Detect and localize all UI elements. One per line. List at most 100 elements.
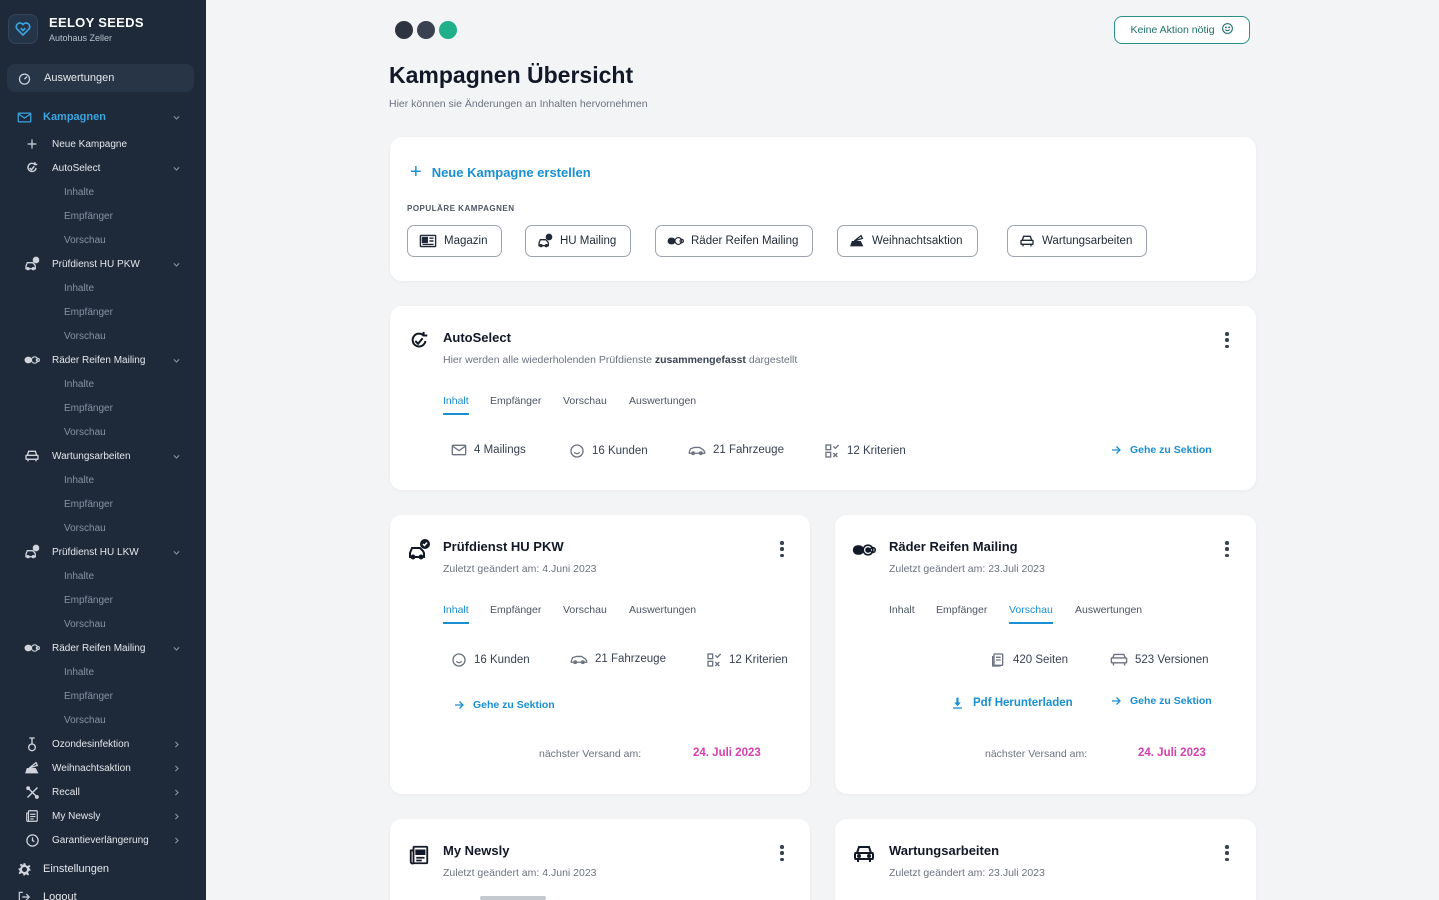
criteria-icon [706, 652, 722, 668]
nav-group-label: Räder Reifen Mailing [52, 354, 146, 366]
nav-kampagnen[interactable]: Kampagnen [0, 106, 206, 128]
nav-sub-inhalte[interactable]: Inhalte [0, 373, 206, 395]
stat-kunden: 16 Kunden [569, 443, 648, 459]
brand[interactable]: EELOY SEEDS Autohaus Zeller [8, 14, 144, 44]
nav-sub-empfaenger[interactable]: Empfänger [0, 685, 206, 707]
smiley-icon [451, 652, 467, 668]
stat-kriterien: 12 Kriterien [824, 443, 906, 459]
nav-sub-inhalte[interactable]: Inhalte [0, 469, 206, 491]
heart-logo-icon [8, 14, 38, 44]
sidebar: EELOY SEEDS Autohaus Zeller Auswertungen… [0, 0, 206, 900]
tab-inhalt[interactable]: Inhalt [889, 604, 915, 622]
goto-section-link[interactable]: Gehe zu Sektion [1110, 695, 1212, 707]
card-changed: Zuletzt geändert am: 23.Juli 2023 [889, 563, 1045, 575]
nav-logout[interactable]: Logout [0, 886, 206, 900]
nav-group[interactable]: Räder Reifen Mailing [0, 637, 206, 659]
nav-sub-empfaenger[interactable]: Empfänger [0, 589, 206, 611]
nav-sub-inhalte[interactable]: Inhalte [0, 661, 206, 683]
nav-group[interactable]: Wartungsarbeiten [0, 445, 206, 467]
tab-vorschau[interactable]: Vorschau [1009, 604, 1053, 624]
stat-seiten: 420 Seiten [990, 652, 1068, 668]
more-menu-icon[interactable] [1224, 541, 1230, 557]
nav-sub-vorschau-label: Vorschau [64, 522, 106, 534]
nav-neue-kampagne[interactable]: Neue Kampagne [0, 133, 206, 155]
chevron-down-icon[interactable] [171, 112, 181, 122]
tab-empfaenger[interactable]: Empfänger [490, 395, 541, 413]
nav-item[interactable]: Garantieverlängerung [0, 829, 206, 851]
tab-inhalt[interactable]: Inhalt [443, 604, 469, 624]
popular-chip[interactable]: Räder Reifen Mailing [655, 225, 814, 257]
chevron-down-icon[interactable] [171, 163, 181, 173]
goto-section-link[interactable]: Gehe zu Sektion [453, 699, 555, 711]
nav-sub-vorschau[interactable]: Vorschau [0, 517, 206, 539]
chevron-right-icon[interactable] [171, 811, 181, 821]
status-button[interactable]: Keine Aktion nötig [1114, 16, 1250, 44]
chevron-right-icon[interactable] [171, 739, 181, 749]
nav-sub-inhalte-label: Inhalte [64, 282, 95, 294]
nav-sub-inhalte[interactable]: Inhalte [0, 565, 206, 587]
chevron-right-icon[interactable] [171, 835, 181, 845]
tab-auswertungen[interactable]: Auswertungen [629, 604, 696, 622]
popular-chip[interactable]: Magazin [407, 225, 503, 257]
tab-auswertungen[interactable]: Auswertungen [629, 395, 696, 413]
nav-sub-vorschau[interactable]: Vorschau [0, 709, 206, 731]
car-side-icon [688, 443, 706, 457]
nav-sub-inhalte-label: Inhalte [64, 186, 95, 198]
more-menu-icon[interactable] [1224, 332, 1230, 348]
popular-chip[interactable]: HU Mailing [525, 225, 632, 257]
pdf-download-button[interactable]: Pdf Herunterladen [951, 696, 1073, 710]
nav-sub-vorschau[interactable]: Vorschau [0, 325, 206, 347]
nav-group[interactable]: Prüfdienst HU PKW [0, 253, 206, 275]
tab-empfaenger[interactable]: Empfänger [936, 604, 987, 622]
nav-sub-empfaenger[interactable]: Empfänger [0, 493, 206, 515]
popular-campaigns-label: POPULÄRE KAMPAGNEN [407, 204, 515, 213]
popular-chip[interactable]: Weihnachtsaktion [837, 225, 978, 257]
car-front-icon [24, 448, 40, 464]
chevron-down-icon[interactable] [171, 643, 181, 653]
tab-empfaenger[interactable]: Empfänger [490, 604, 541, 622]
nav-sub-inhalte[interactable]: Inhalte [0, 181, 206, 203]
tab-inhalt[interactable]: Inhalt [443, 395, 469, 415]
nav-sub-vorschau[interactable]: Vorschau [0, 421, 206, 443]
nav-item[interactable]: Recall [0, 781, 206, 803]
car-check-icon [537, 233, 553, 249]
nav-sub-empfaenger[interactable]: Empfänger [0, 301, 206, 323]
nav-sub-empfaenger[interactable]: Empfänger [0, 397, 206, 419]
more-menu-icon[interactable] [1224, 845, 1230, 861]
new-campaign-button[interactable]: + Neue Kampagne erstellen [410, 162, 591, 182]
nav-group[interactable]: AutoSelect [0, 157, 206, 179]
tab-vorschau[interactable]: Vorschau [563, 395, 607, 413]
nav-sub-vorschau-label: Vorschau [64, 234, 106, 246]
chevron-down-icon[interactable] [171, 451, 181, 461]
tab-auswertungen[interactable]: Auswertungen [1075, 604, 1142, 622]
window-dots [395, 21, 457, 39]
chevron-down-icon[interactable] [171, 547, 181, 557]
more-menu-icon[interactable] [779, 845, 785, 861]
nav-item[interactable]: Ozondesinfektion [0, 733, 206, 755]
nav-einstellungen[interactable]: Einstellungen [0, 858, 206, 880]
nav-sub-empfaenger[interactable]: Empfänger [0, 205, 206, 227]
nav-sub-vorschau-label: Vorschau [64, 426, 106, 438]
chip-label: Wartungsarbeiten [1042, 235, 1133, 247]
criteria-icon [824, 443, 840, 459]
nav-sub-vorschau[interactable]: Vorschau [0, 229, 206, 251]
scrollbar[interactable] [480, 896, 546, 900]
more-menu-icon[interactable] [779, 541, 785, 557]
nav-sub-vorschau[interactable]: Vorschau [0, 613, 206, 635]
chevron-down-icon[interactable] [171, 259, 181, 269]
nav-item[interactable]: Weihnachtsaktion [0, 757, 206, 779]
tab-vorschau[interactable]: Vorschau [563, 604, 607, 622]
goto-section-link[interactable]: Gehe zu Sektion [1110, 444, 1212, 456]
chevron-right-icon[interactable] [171, 787, 181, 797]
nav-sub-inhalte[interactable]: Inhalte [0, 277, 206, 299]
nav-group[interactable]: Räder Reifen Mailing [0, 349, 206, 371]
nav-auswertungen[interactable]: Auswertungen [7, 64, 194, 92]
nav-item[interactable]: My Newsly [0, 805, 206, 827]
popular-chip[interactable]: Wartungsarbeiten [1007, 225, 1148, 257]
chevron-right-icon[interactable] [171, 763, 181, 773]
car-front-icon [852, 842, 876, 866]
chevron-down-icon[interactable] [171, 355, 181, 365]
nav-logout-label: Logout [43, 891, 77, 900]
nav-group[interactable]: Prüfdienst HU LKW [0, 541, 206, 563]
next-send-label: nächster Versand am: [539, 748, 642, 760]
